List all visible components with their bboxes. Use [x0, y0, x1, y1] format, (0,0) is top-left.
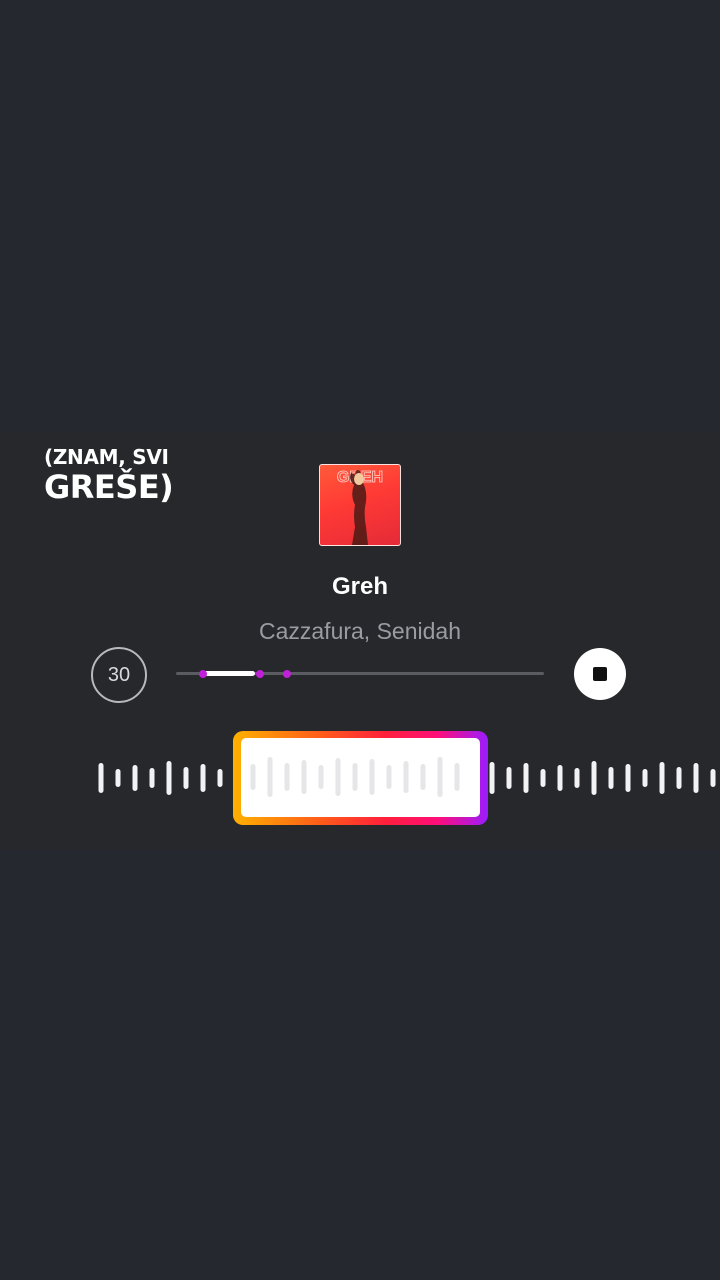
clip-selector-window	[241, 738, 480, 817]
clip-waveform-bar	[386, 765, 392, 789]
clip-selector[interactable]	[233, 731, 488, 825]
stop-icon	[593, 667, 607, 681]
clip-waveform-bar	[352, 763, 358, 791]
clip-waveform-bar	[318, 765, 324, 789]
waveform-bar	[574, 768, 580, 788]
waveform-bar	[625, 764, 631, 792]
waveform-bar	[540, 769, 546, 787]
waveform-bar	[710, 769, 716, 787]
stop-button[interactable]	[574, 648, 626, 700]
waveform-bar	[489, 762, 495, 794]
progress-marker-current	[256, 670, 264, 678]
waveform-bar	[693, 763, 699, 793]
duration-button[interactable]: 30	[91, 647, 147, 703]
waveform-bar	[591, 761, 597, 795]
waveform-bar	[523, 763, 529, 793]
waveform-bar	[132, 765, 138, 791]
waveform-bar	[115, 769, 121, 787]
lyrics-line-2: GREŠE)	[44, 468, 174, 506]
clip-waveform-bar	[267, 757, 273, 797]
waveform-bar	[166, 761, 172, 795]
waveform-bar	[506, 767, 512, 789]
clip-waveform-bar	[284, 763, 290, 791]
lyrics-line-1: (ZNAM, SVI	[44, 445, 169, 469]
track-title: Greh	[331, 573, 388, 600]
waveform-bar	[642, 769, 648, 787]
waveform-bar	[183, 767, 189, 789]
lyrics-sticker[interactable]: (ZNAM, SVI GREŠE)	[44, 447, 194, 503]
track-artist: Cazzafura, Senidah	[258, 618, 461, 644]
clip-waveform-bar	[301, 760, 307, 794]
waveform-bar	[557, 765, 563, 791]
clip-waveform-bar	[369, 759, 375, 795]
clip-waveform-bar	[420, 764, 426, 790]
progress-fill	[203, 671, 255, 676]
waveform-bar	[98, 763, 104, 793]
waveform-bar	[149, 768, 155, 788]
waveform-bar	[608, 767, 614, 789]
waveform-bar	[659, 762, 665, 794]
clip-waveform-bar	[335, 758, 341, 796]
progress-marker-start	[199, 670, 207, 678]
clip-waveform-bar	[250, 764, 256, 790]
clip-waveform-bar	[437, 757, 443, 797]
progress-marker-end	[283, 670, 291, 678]
waveform-bar	[217, 769, 223, 787]
waveform-bar	[200, 764, 206, 792]
album-cover: GREH	[319, 464, 401, 546]
clip-waveform-bar	[454, 763, 460, 791]
clip-waveform-bar	[403, 761, 409, 793]
waveform-bar	[676, 767, 682, 789]
clip-waveform	[250, 757, 460, 797]
